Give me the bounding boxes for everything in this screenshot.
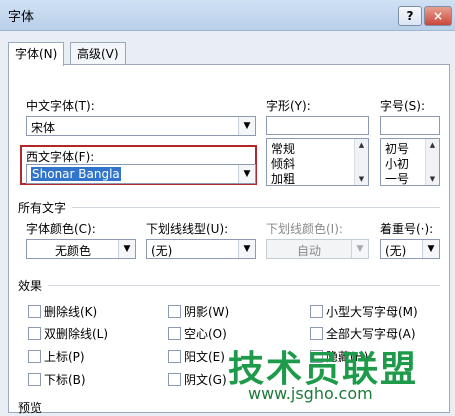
chevron-down-icon[interactable]: ▼	[422, 240, 439, 258]
font-color-combo[interactable]: 无颜色 ▼	[26, 239, 136, 259]
emboss-checkbox[interactable]	[168, 350, 181, 363]
chevron-down-icon[interactable]: ▼	[238, 165, 255, 183]
scroll-down-icon[interactable]: ▼	[426, 173, 439, 185]
style-input[interactable]	[266, 116, 369, 135]
font-color-label: 字体颜色(C):	[26, 222, 96, 236]
superscript-checkbox[interactable]	[28, 350, 41, 363]
subscript-checkbox[interactable]	[28, 373, 41, 386]
underline-style-label: 下划线线型(U):	[146, 222, 229, 236]
dialog-title: 字体	[8, 10, 35, 25]
western-font-value: Shonar Bangla	[31, 167, 121, 181]
emphasis-value: (无)	[385, 244, 407, 258]
emphasis-combo[interactable]: (无) ▼	[380, 239, 440, 259]
chevron-down-icon[interactable]: ▼	[238, 117, 255, 135]
underline-color-value: 自动	[297, 244, 322, 258]
shadow-checkbox[interactable]	[168, 305, 181, 318]
chinese-font-value: 宋体	[31, 121, 56, 135]
strikethrough-label: 删除线(K)	[44, 305, 98, 319]
help-button[interactable]: ?	[398, 6, 422, 26]
underline-color-combo: 自动 ▼	[266, 239, 369, 259]
strikethrough-checkbox[interactable]	[28, 305, 41, 318]
outline-label: 空心(O)	[184, 327, 227, 341]
underline-style-combo[interactable]: (无) ▼	[146, 239, 256, 259]
small-caps-checkbox[interactable]	[310, 305, 323, 318]
engrave-label: 阴文(G)	[184, 373, 227, 387]
divider	[48, 285, 440, 286]
underline-color-label: 下划线颜色(I):	[266, 222, 343, 236]
list-item[interactable]: 一号	[385, 170, 409, 187]
style-label: 字形(Y):	[266, 99, 311, 113]
emboss-label: 阳文(E)	[184, 350, 225, 364]
superscript-label: 上标(P)	[44, 350, 85, 364]
chinese-font-combo[interactable]: 宋体 ▼	[26, 116, 256, 136]
scrollbar[interactable]: ▲ ▼	[354, 139, 368, 185]
size-input[interactable]	[380, 116, 440, 135]
divider	[72, 207, 440, 208]
outline-checkbox[interactable]	[168, 327, 181, 340]
all-text-heading: 所有文字	[18, 201, 67, 215]
size-list[interactable]: 初号 小初 一号 ▲ ▼	[380, 138, 440, 186]
emphasis-label: 着重号(·):	[380, 222, 434, 236]
engrave-checkbox[interactable]	[168, 373, 181, 386]
watermark-url: www.jsgho.com	[248, 384, 373, 403]
tab-advanced[interactable]: 高级(V)	[70, 42, 126, 65]
size-label: 字号(S):	[380, 99, 426, 113]
western-font-label: 西文字体(F):	[26, 150, 95, 164]
font-color-value: 无颜色	[55, 244, 92, 258]
tab-font[interactable]: 字体(N)	[8, 42, 65, 66]
underline-style-value: (无)	[151, 244, 173, 258]
western-font-combo[interactable]: Shonar Bangla ▼	[26, 164, 256, 184]
chevron-down-icon[interactable]: ▼	[238, 240, 255, 258]
small-caps-label: 小型大写字母(M)	[326, 305, 418, 319]
scroll-up-icon[interactable]: ▲	[355, 139, 368, 151]
effects-heading: 效果	[18, 279, 43, 293]
scroll-up-icon[interactable]: ▲	[426, 139, 439, 151]
list-item[interactable]: 加粗	[271, 170, 295, 187]
title-bar: 字体 ? ×	[0, 0, 455, 31]
chinese-font-label: 中文字体(T):	[26, 99, 95, 113]
scroll-down-icon[interactable]: ▼	[355, 173, 368, 185]
preview-heading: 预览	[18, 401, 43, 415]
chevron-down-icon: ▼	[351, 240, 368, 258]
scrollbar[interactable]: ▲ ▼	[425, 139, 439, 185]
shadow-label: 阴影(W)	[184, 305, 230, 319]
close-button[interactable]: ×	[424, 6, 452, 26]
all-caps-checkbox[interactable]	[310, 327, 323, 340]
chevron-down-icon[interactable]: ▼	[118, 240, 135, 258]
style-list[interactable]: 常规 倾斜 加粗 ▲ ▼	[266, 138, 369, 186]
double-strikethrough-checkbox[interactable]	[28, 327, 41, 340]
double-strikethrough-label: 双删除线(L)	[44, 327, 109, 341]
subscript-label: 下标(B)	[44, 373, 86, 387]
